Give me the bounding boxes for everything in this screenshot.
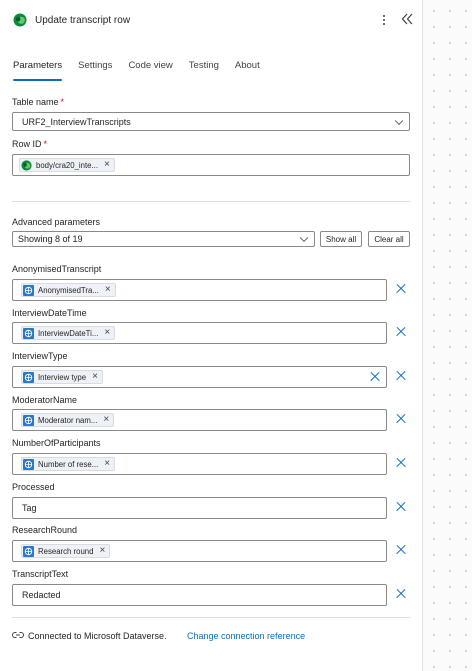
param-label-research-round: ResearchRound <box>12 525 78 535</box>
param-label-moderator-name: ModeratorName <box>12 395 78 405</box>
transcript-text-value: Redacted <box>22 590 61 600</box>
tab-parameters[interactable]: Parameters <box>13 60 63 81</box>
section-divider <box>12 201 410 202</box>
chevron-down-icon <box>299 233 309 243</box>
expression-icon <box>23 414 34 426</box>
advanced-parameters-dropdown[interactable]: Showing 8 of 19 <box>12 231 315 247</box>
transcript-text-field[interactable]: Redacted <box>12 584 387 606</box>
clear-field-icon[interactable] <box>369 371 381 383</box>
double-chevron-left-icon[interactable] <box>400 11 414 27</box>
remove-token-icon[interactable]: × <box>92 372 98 382</box>
processed-field[interactable]: Tag <box>12 497 387 519</box>
param-label-interview-date-time: InterviewDateTime <box>12 308 87 318</box>
remove-parameter-icon[interactable] <box>394 412 408 426</box>
param-label-interview-type: InterviewType <box>12 351 68 361</box>
anonymised-transcript-field[interactable]: AnonymisedTra... × <box>12 279 387 301</box>
more-vertical-icon[interactable] <box>379 12 389 28</box>
expression-icon <box>23 371 34 383</box>
expression-icon <box>23 545 34 557</box>
token-label: Number of rese... <box>38 459 99 469</box>
token-label: InterviewDateTi... <box>38 328 99 338</box>
remove-token-icon[interactable]: × <box>105 285 111 295</box>
tab-about[interactable]: About <box>235 60 260 77</box>
action-details-panel: Update transcript row Parameters Setting… <box>0 0 422 671</box>
token-label: Interview type <box>38 372 87 382</box>
param-token[interactable]: Research round × <box>21 544 111 558</box>
moderator-name-field[interactable]: Moderator nam... × <box>12 409 387 431</box>
clear-all-button[interactable]: Clear all <box>368 231 410 247</box>
remove-token-icon[interactable]: × <box>103 415 109 425</box>
row-id-token[interactable]: body/cra20_inte... × <box>19 158 115 172</box>
connection-icon <box>12 632 24 638</box>
token-label: Moderator nam... <box>38 415 98 425</box>
table-name-value: URF2_InterviewTranscripts <box>22 116 131 127</box>
chevron-down-icon <box>394 116 404 125</box>
param-token[interactable]: Interview type × <box>21 370 103 384</box>
expression-icon <box>23 327 34 339</box>
number-of-participants-field[interactable]: Number of rese... × <box>12 453 387 475</box>
remove-parameter-icon[interactable] <box>394 325 408 339</box>
expression-icon <box>23 458 34 470</box>
token-label: Research round <box>38 546 94 556</box>
tab-bar: Parameters Settings Code view Testing Ab… <box>13 60 276 81</box>
remove-parameter-icon[interactable] <box>394 369 408 383</box>
expression-icon <box>23 284 34 296</box>
table-name-label: Table name * <box>12 97 65 107</box>
tab-settings[interactable]: Settings <box>78 60 112 77</box>
token-label: AnonymisedTra... <box>38 285 99 295</box>
remove-token-icon[interactable]: × <box>99 546 105 556</box>
designer-canvas <box>422 0 472 671</box>
remove-parameter-icon[interactable] <box>394 500 408 514</box>
tab-code-view[interactable]: Code view <box>128 60 172 77</box>
param-token[interactable]: AnonymisedTra... × <box>21 283 116 297</box>
dataverse-icon <box>13 13 27 27</box>
token-label: body/cra20_inte... <box>36 160 98 170</box>
param-token[interactable]: Moderator nam... × <box>21 413 115 427</box>
row-id-field[interactable]: body/cra20_inte... × <box>12 154 410 176</box>
change-connection-link[interactable]: Change connection reference <box>187 631 305 641</box>
connection-status-text: Connected to Microsoft Dataverse. <box>28 631 167 641</box>
research-round-field[interactable]: Research round × <box>12 540 387 562</box>
processed-value: Tag <box>22 503 37 513</box>
param-token[interactable]: InterviewDateTi... × <box>21 326 116 340</box>
advanced-parameters-label: Advanced parameters <box>12 217 101 227</box>
interview-type-field[interactable]: Interview type × <box>12 366 387 388</box>
remove-parameter-icon[interactable] <box>394 587 408 601</box>
advanced-showing-text: Showing 8 of 19 <box>18 234 83 244</box>
remove-parameter-icon[interactable] <box>394 543 408 557</box>
param-label-transcript-text: TranscriptText <box>12 569 69 579</box>
param-label-number-of-participants: NumberOfParticipants <box>12 438 101 448</box>
remove-parameter-icon[interactable] <box>394 456 408 470</box>
remove-token-icon[interactable]: × <box>104 160 110 170</box>
row-id-label: Row ID * <box>12 139 48 149</box>
tab-testing[interactable]: Testing <box>189 60 219 77</box>
table-name-dropdown[interactable]: URF2_InterviewTranscripts <box>12 112 410 131</box>
panel-title: Update transcript row <box>35 15 131 26</box>
dataverse-icon <box>21 159 32 171</box>
footer-divider <box>12 617 410 618</box>
param-label-processed: Processed <box>12 482 55 492</box>
param-label-anonymised-transcript: AnonymisedTranscript <box>12 264 102 274</box>
interview-date-time-field[interactable]: InterviewDateTi... × <box>12 322 387 344</box>
remove-parameter-icon[interactable] <box>394 282 408 296</box>
remove-token-icon[interactable]: × <box>104 459 110 469</box>
show-all-button[interactable]: Show all <box>320 231 362 247</box>
param-token[interactable]: Number of rese... × <box>21 457 116 471</box>
remove-token-icon[interactable]: × <box>104 328 110 338</box>
